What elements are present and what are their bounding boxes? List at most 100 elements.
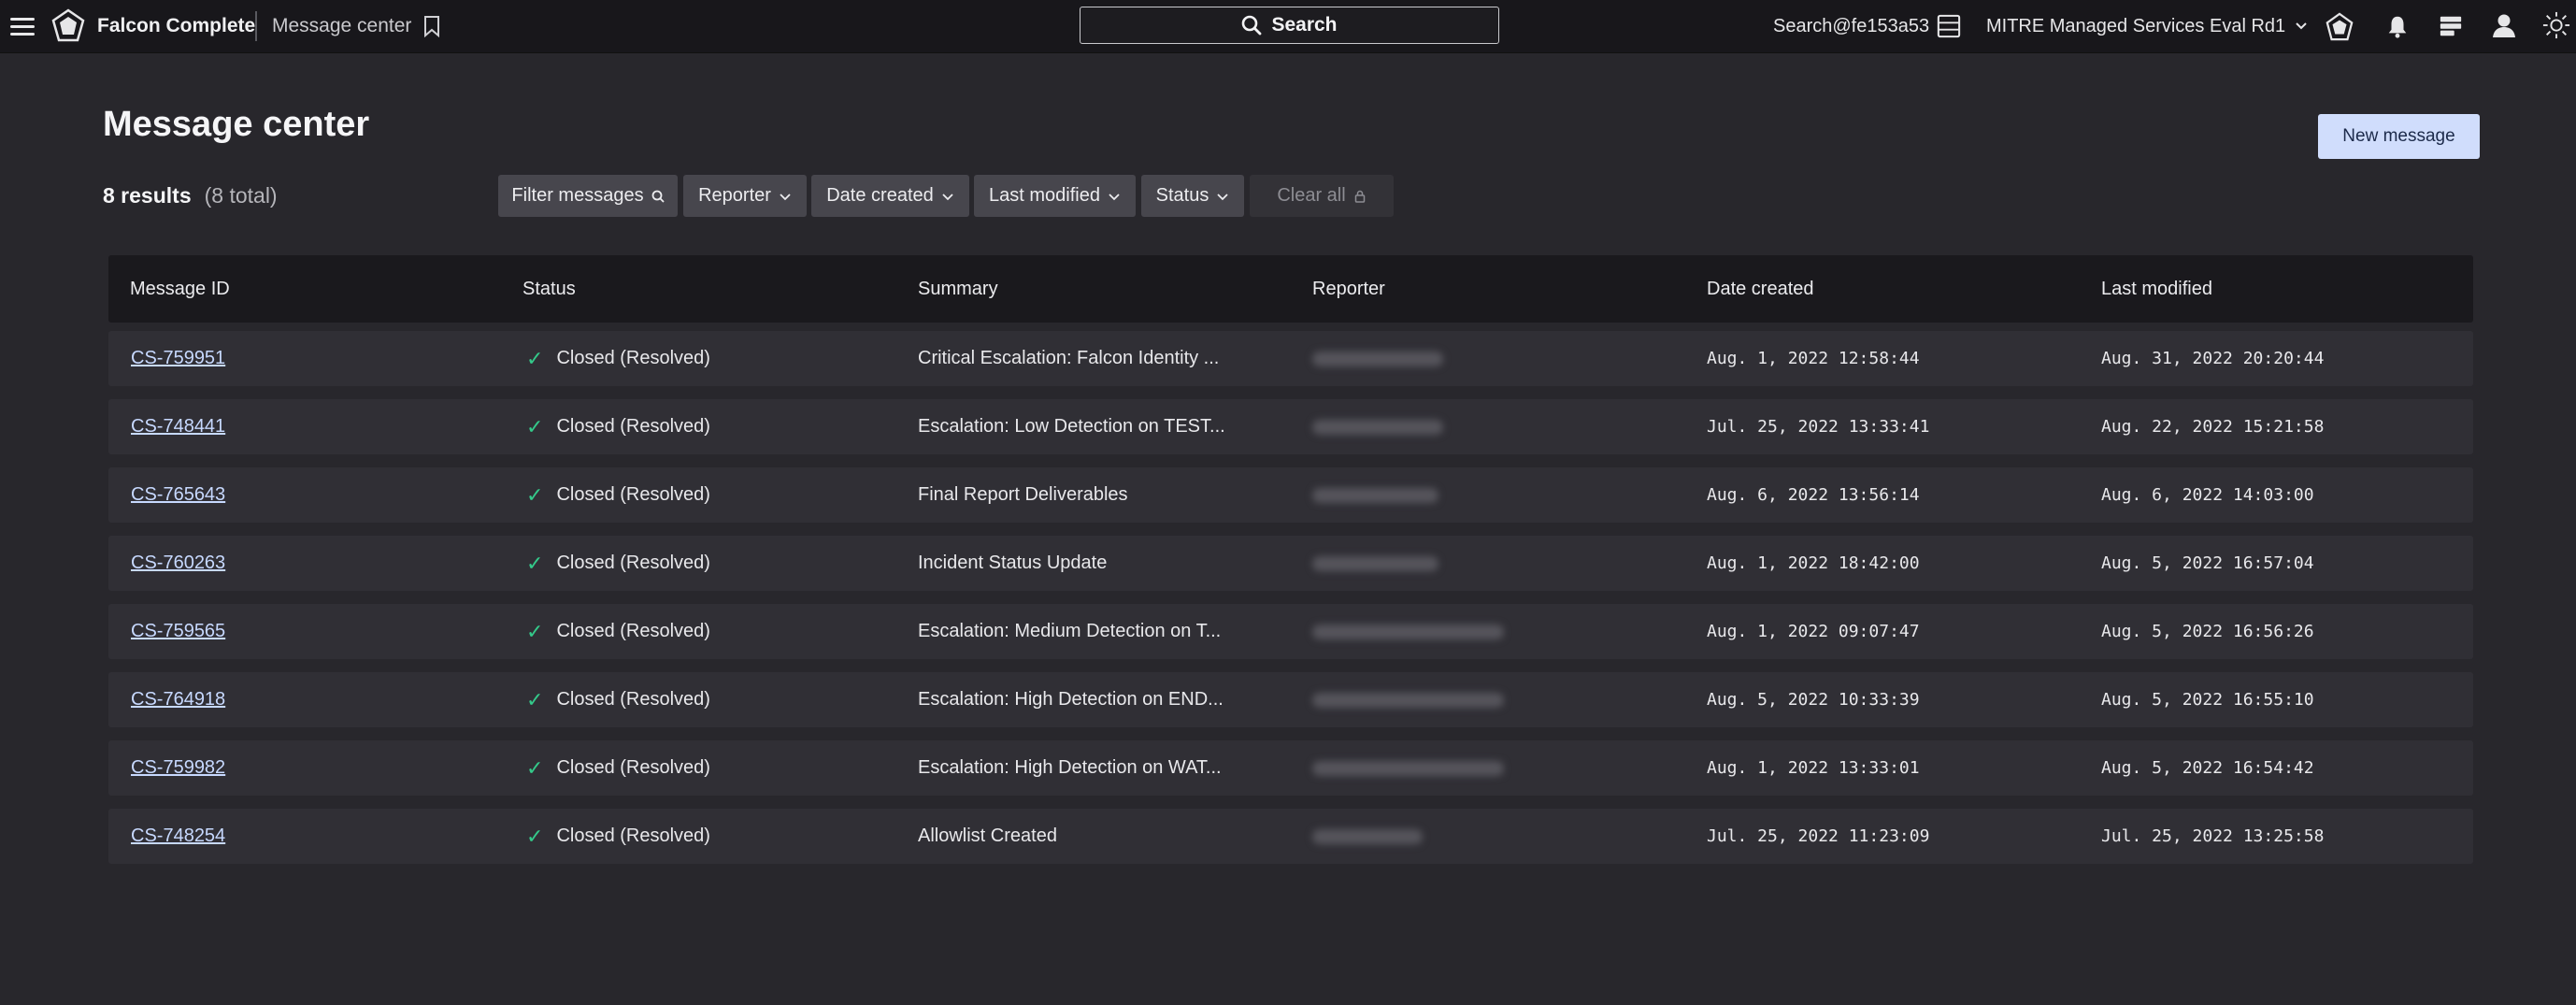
check-icon: ✓ <box>526 346 544 370</box>
message-id-link[interactable]: CS-759565 <box>131 621 225 642</box>
last-modified-filter[interactable]: Last modified <box>974 175 1136 217</box>
message-id-link[interactable]: CS-760263 <box>131 553 225 574</box>
table-row[interactable]: CS-759982 ✓ Closed (Resolved) Escalation:… <box>108 740 2473 796</box>
message-id-link[interactable]: CS-759982 <box>131 757 225 779</box>
column-header-message-id[interactable]: Message ID <box>130 255 230 323</box>
filter-messages-label: Filter messages <box>511 185 644 206</box>
reporter-redacted <box>1312 419 1443 435</box>
theme-icon[interactable] <box>2542 11 2570 39</box>
column-header-date-created[interactable]: Date created <box>1707 255 1814 323</box>
check-icon: ✓ <box>526 619 544 643</box>
status-text: Closed (Resolved) <box>556 416 710 437</box>
reporter-redacted <box>1312 487 1438 503</box>
cid-selector[interactable]: MITRE Managed Services Eval Rd1 <box>1986 13 2308 39</box>
date-created-filter[interactable]: Date created <box>811 175 969 217</box>
product-name[interactable]: Falcon Complete <box>97 13 255 39</box>
news-icon[interactable] <box>2437 12 2465 40</box>
table-icon[interactable] <box>1935 12 1963 40</box>
last-modified-text: Jul. 25, 2022 13:25:58 <box>2101 826 2325 846</box>
new-message-button[interactable]: New message <box>2318 114 2480 159</box>
table-row[interactable]: CS-764918 ✓ Closed (Resolved) Escalation:… <box>108 672 2473 727</box>
reporter-redacted <box>1312 828 1423 844</box>
reporter-redacted <box>1312 624 1504 639</box>
reporter-filter-label: Reporter <box>698 185 771 206</box>
search-icon <box>1242 15 1262 36</box>
check-icon: ✓ <box>526 482 544 507</box>
lock-icon <box>1354 190 1365 203</box>
results-summary: 8 results (8 total) <box>103 183 278 208</box>
user-search-label[interactable]: Search@fe153a53 <box>1773 13 1929 39</box>
date-created-text: Aug. 1, 2022 18:42:00 <box>1707 553 1920 573</box>
table-header: Message ID Status Summary Reporter Date … <box>108 255 2473 323</box>
column-header-last-modified[interactable]: Last modified <box>2101 255 2212 323</box>
cid-name: MITRE Managed Services Eval Rd1 <box>1986 15 2286 36</box>
summary-text: Escalation: High Detection on WAT... <box>918 757 1222 778</box>
table-row[interactable]: CS-748441 ✓ Closed (Resolved) Escalation:… <box>108 399 2473 454</box>
date-created-text: Jul. 25, 2022 11:23:09 <box>1707 826 1930 846</box>
table-row[interactable]: CS-765643 ✓ Closed (Resolved) Final Repor… <box>108 467 2473 523</box>
user-icon[interactable] <box>2490 11 2518 39</box>
column-header-summary[interactable]: Summary <box>918 255 998 323</box>
last-modified-text: Aug. 5, 2022 16:55:10 <box>2101 690 2314 710</box>
column-header-reporter[interactable]: Reporter <box>1312 255 1385 323</box>
status-text: Closed (Resolved) <box>556 689 710 710</box>
search-icon <box>651 190 665 203</box>
reporter-redacted <box>1312 692 1504 708</box>
reporter-redacted <box>1312 760 1504 776</box>
filter-messages-input[interactable]: Filter messages <box>498 175 678 217</box>
table-row[interactable]: CS-748254 ✓ Closed (Resolved) Allowlist C… <box>108 809 2473 864</box>
falcon-logo-icon[interactable] <box>50 8 86 44</box>
bell-icon[interactable] <box>2383 12 2411 40</box>
status-text: Closed (Resolved) <box>556 621 710 641</box>
reporter-filter[interactable]: Reporter <box>683 175 807 217</box>
chevron-down-icon <box>780 193 791 200</box>
bookmark-icon[interactable] <box>422 15 442 37</box>
results-count: 8 results <box>103 183 192 208</box>
table-row[interactable]: CS-759951 ✓ Closed (Resolved) Critical Es… <box>108 331 2473 386</box>
check-icon: ✓ <box>526 414 544 438</box>
column-header-status[interactable]: Status <box>522 255 576 323</box>
page-title: Message center <box>103 105 370 144</box>
last-modified-filter-label: Last modified <box>989 185 1100 206</box>
message-id-link[interactable]: CS-765643 <box>131 484 225 506</box>
status-filter-label: Status <box>1155 185 1209 206</box>
status-text: Closed (Resolved) <box>556 553 710 573</box>
date-created-filter-label: Date created <box>826 185 934 206</box>
message-id-link[interactable]: CS-759951 <box>131 348 225 369</box>
check-icon: ✓ <box>526 687 544 711</box>
message-id-link[interactable]: CS-748254 <box>131 826 225 847</box>
last-modified-text: Aug. 5, 2022 16:56:26 <box>2101 622 2314 641</box>
search-label: Search <box>1271 14 1338 36</box>
chevron-down-icon <box>942 193 953 200</box>
top-navigation-bar: Falcon Complete Message center Search Se… <box>0 0 2576 53</box>
reporter-redacted <box>1312 351 1443 366</box>
table-row[interactable]: CS-760263 ✓ Closed (Resolved) Incident St… <box>108 536 2473 591</box>
date-created-text: Jul. 25, 2022 13:33:41 <box>1707 417 1930 437</box>
chevron-down-icon <box>1109 193 1120 200</box>
summary-text: Escalation: High Detection on END... <box>918 689 1224 710</box>
last-modified-text: Aug. 5, 2022 16:57:04 <box>2101 553 2314 573</box>
menu-icon[interactable] <box>9 13 36 39</box>
summary-text: Escalation: Low Detection on TEST... <box>918 416 1225 437</box>
date-created-text: Aug. 1, 2022 09:07:47 <box>1707 622 1920 641</box>
status-text: Closed (Resolved) <box>556 757 710 778</box>
customer-icon[interactable] <box>2324 11 2355 43</box>
global-search-button[interactable]: Search <box>1080 7 1499 44</box>
status-filter[interactable]: Status <box>1141 175 1244 217</box>
check-icon: ✓ <box>526 824 544 848</box>
message-id-link[interactable]: CS-748441 <box>131 416 225 438</box>
check-icon: ✓ <box>526 551 544 575</box>
summary-text: Incident Status Update <box>918 553 1108 573</box>
summary-text: Final Report Deliverables <box>918 484 1128 505</box>
summary-text: Allowlist Created <box>918 826 1057 846</box>
divider <box>255 11 257 41</box>
table-row[interactable]: CS-759565 ✓ Closed (Resolved) Escalation:… <box>108 604 2473 659</box>
date-created-text: Aug. 1, 2022 13:33:01 <box>1707 758 1920 778</box>
status-text: Closed (Resolved) <box>556 348 710 368</box>
status-text: Closed (Resolved) <box>556 484 710 505</box>
summary-text: Critical Escalation: Falcon Identity ... <box>918 348 1220 368</box>
status-text: Closed (Resolved) <box>556 826 710 846</box>
clear-all-button[interactable]: Clear all <box>1250 175 1394 217</box>
last-modified-text: Aug. 22, 2022 15:21:58 <box>2101 417 2325 437</box>
message-id-link[interactable]: CS-764918 <box>131 689 225 711</box>
